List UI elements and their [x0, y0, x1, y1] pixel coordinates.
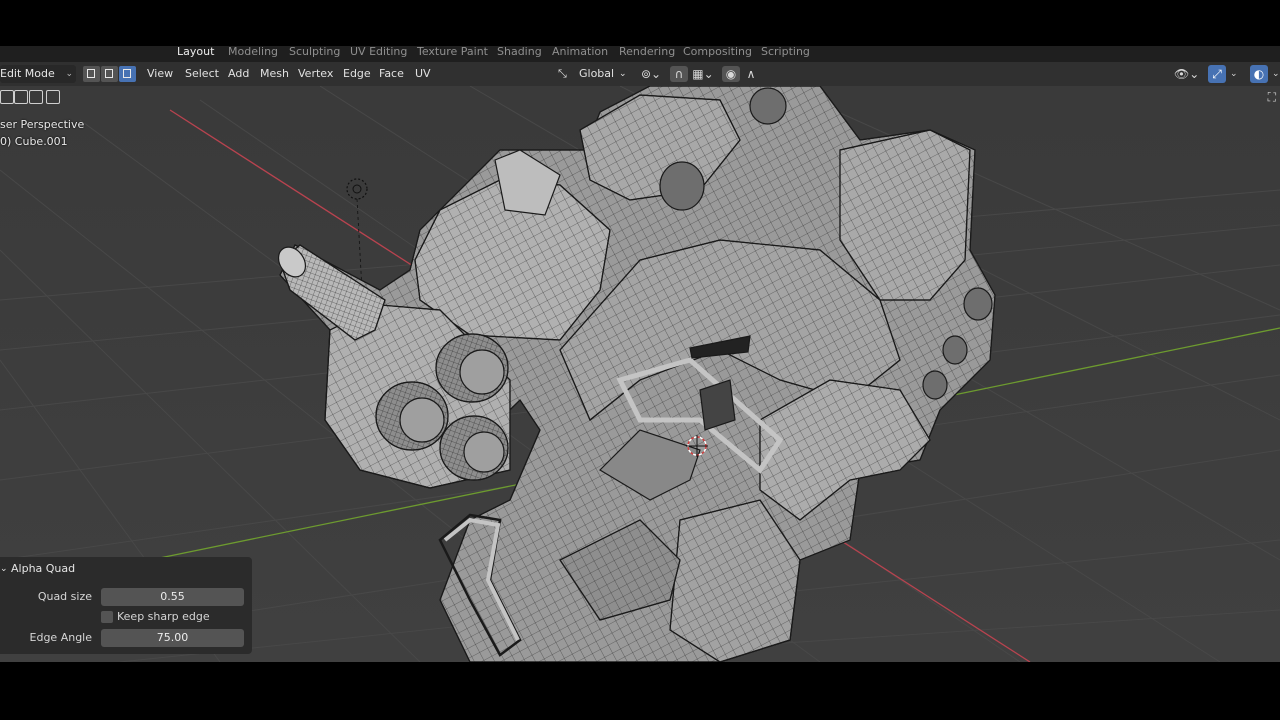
3d-viewport[interactable]: ser Perspective 0) Cube.001 ⛶ ⌄ Alpha Qu…	[0, 86, 1280, 662]
viewport-header: Edit Mode ⌄ View Select Add Mesh Vertex …	[0, 62, 1280, 86]
vertex-select-icon	[87, 69, 95, 78]
chevron-down-icon: ⌄	[65, 69, 73, 79]
edge-angle-field[interactable]: 75.00	[101, 629, 244, 647]
menu-view[interactable]: View	[147, 65, 173, 83]
transform-orientation-icon: ⤡	[558, 67, 567, 80]
navigation-gizmo-icon[interactable]: ⛶	[1268, 90, 1276, 105]
face-select-button[interactable]	[119, 66, 136, 82]
menu-add[interactable]: Add	[228, 65, 249, 83]
edge-select-icon	[105, 69, 113, 78]
face-select-icon	[123, 69, 131, 78]
transform-orientation-dropdown[interactable]: ⤡ Global ⌄	[556, 65, 630, 83]
tab-shading[interactable]: Shading	[497, 46, 542, 62]
tab-modeling[interactable]: Modeling	[228, 46, 278, 62]
select-new-icon[interactable]	[0, 90, 14, 104]
pivot-point-icon[interactable]: ⊚⌄	[637, 66, 665, 82]
quad-size-label: Quad size	[37, 590, 92, 603]
tab-compositing[interactable]: Compositing	[683, 46, 752, 62]
mode-dropdown-label: Edit Mode	[0, 67, 55, 80]
quad-size-field[interactable]: 0.55	[101, 588, 244, 606]
tab-texture-paint[interactable]: Texture Paint	[417, 46, 488, 62]
chevron-down-icon[interactable]: ⌄	[1230, 65, 1238, 83]
chevron-down-icon: ⌄	[619, 69, 627, 79]
tab-uv-editing[interactable]: UV Editing	[350, 46, 407, 62]
orientation-label: Global	[579, 67, 615, 80]
active-object-label: 0) Cube.001	[0, 135, 68, 148]
menu-uv[interactable]: UV	[415, 65, 431, 83]
visibility-eye-icon[interactable]: 👁⌄	[1174, 65, 1199, 83]
letterbox-top	[0, 0, 1280, 46]
chevron-down-icon[interactable]: ⌄	[1272, 65, 1280, 83]
chevron-down-icon: ⌄	[0, 564, 8, 574]
vertex-select-button[interactable]	[83, 66, 100, 82]
select-intersect-icon[interactable]	[46, 90, 60, 104]
tab-rendering[interactable]: Rendering	[619, 46, 675, 62]
proportional-edit-icon[interactable]: ◉	[722, 66, 740, 82]
keep-sharp-edge-label: Keep sharp edge	[117, 610, 210, 623]
snap-magnet-icon[interactable]: ∩	[670, 66, 688, 82]
menu-select[interactable]: Select	[185, 65, 219, 83]
tab-layout[interactable]: Layout	[177, 46, 214, 62]
letterbox-bottom	[0, 662, 1280, 720]
redo-panel-title: Alpha Quad	[11, 562, 76, 575]
edge-angle-label: Edge Angle	[29, 631, 92, 644]
snap-target-icon[interactable]: ▦⌄	[690, 66, 716, 82]
redo-last-panel: ⌄ Alpha Quad Quad size 0.55 Keep sharp e…	[0, 557, 252, 654]
menu-face[interactable]: Face	[379, 65, 404, 83]
select-subtract-icon[interactable]	[29, 90, 43, 104]
menu-mesh[interactable]: Mesh	[260, 65, 289, 83]
tab-sculpting[interactable]: Sculpting	[289, 46, 340, 62]
mode-dropdown[interactable]: Edit Mode ⌄	[0, 65, 76, 83]
edge-select-button[interactable]	[101, 66, 118, 82]
proportional-falloff-icon[interactable]: ∧	[742, 66, 760, 82]
workspace-tabs: Layout Modeling Sculpting UV Editing Tex…	[0, 46, 1280, 62]
keep-sharp-edge-checkbox[interactable]	[101, 611, 113, 623]
tab-animation[interactable]: Animation	[552, 46, 608, 62]
gizmo-icon[interactable]: ⤢	[1208, 65, 1226, 83]
overlays-icon[interactable]: ◐	[1250, 65, 1268, 83]
select-extend-icon[interactable]	[14, 90, 28, 104]
menu-edge[interactable]: Edge	[343, 65, 371, 83]
tab-scripting[interactable]: Scripting	[761, 46, 810, 62]
view-name-label: ser Perspective	[0, 118, 85, 131]
menu-vertex[interactable]: Vertex	[298, 65, 333, 83]
